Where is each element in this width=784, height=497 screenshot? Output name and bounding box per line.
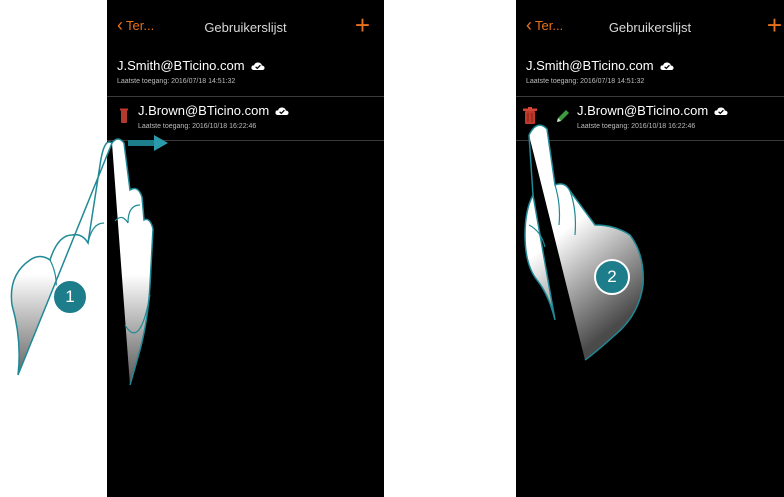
plus-icon[interactable]: +	[767, 12, 782, 38]
user-email: J.Smith@BTicino.com	[117, 58, 245, 73]
page-title: Gebruikerslijst	[204, 20, 287, 35]
user-email: J.Brown@BTicino.com	[138, 103, 270, 118]
cloud-check-icon	[714, 106, 728, 115]
trash-icon	[120, 108, 128, 123]
navbar: ‹ Ter... Gebruikerslijst +	[107, 0, 384, 52]
pointing-hand-illustration	[10, 138, 154, 386]
cloud-check-icon	[660, 61, 674, 70]
user-email-row: J.Smith@BTicino.com	[526, 58, 674, 73]
page-title: Gebruikerslijst	[608, 20, 692, 35]
pointing-hand-illustration	[524, 124, 644, 361]
step-badge: 2	[594, 259, 630, 295]
user-row[interactable]: J.Smith@BTicino.com Laatste toegang: 201…	[516, 52, 784, 97]
step-badge: 1	[52, 279, 88, 315]
user-email: J.Smith@BTicino.com	[526, 58, 654, 73]
swipe-right-arrow-icon	[128, 135, 168, 151]
user-email-row: J.Smith@BTicino.com	[117, 58, 265, 73]
last-access: Laatste toegang: 2016/07/18 14:51:32	[526, 78, 645, 85]
last-access: Laatste toegang: 2016/07/18 14:51:32	[117, 78, 236, 85]
cloud-check-icon	[275, 106, 289, 115]
cloud-check-icon	[251, 61, 265, 70]
user-row[interactable]: J.Smith@BTicino.com Laatste toegang: 201…	[107, 52, 384, 97]
plus-icon[interactable]: +	[355, 12, 370, 38]
user-email-row: J.Brown@BTicino.com	[138, 103, 289, 118]
navbar: ‹ Ter... Gebruikerslijst +	[516, 0, 784, 52]
